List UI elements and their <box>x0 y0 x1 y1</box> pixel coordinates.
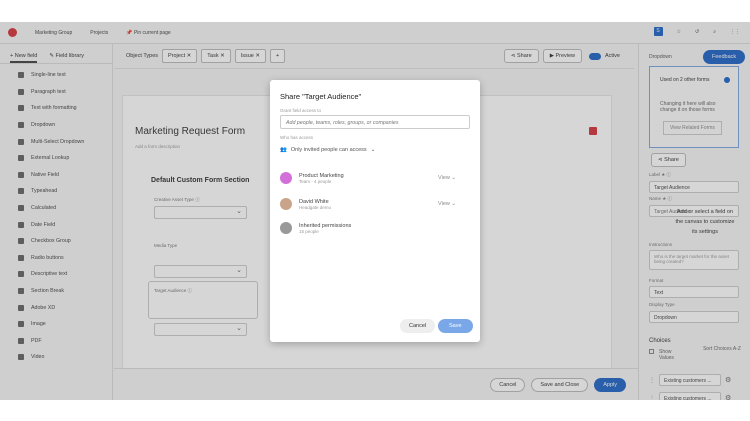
person-sub: 15 people <box>299 228 319 234</box>
person-sub: Headgate demo <box>299 204 332 210</box>
team-avatar <box>280 172 292 184</box>
access-row: Product Marketing Team - 4 people View ⌄ <box>280 172 470 184</box>
person-sub: Team - 4 people <box>299 178 332 184</box>
app: Marketing Group Projects 📌 Pin current p… <box>0 22 750 400</box>
grant-access-label: Grant field access to <box>280 108 322 113</box>
who-has-access-label: Who has access <box>280 135 314 140</box>
person-name: David White <box>299 198 329 205</box>
permission-dropdown[interactable]: View ⌄ <box>438 201 456 207</box>
person-name: Product Marketing <box>299 172 344 179</box>
layers-icon <box>280 222 292 234</box>
dialog-cancel-button[interactable]: Cancel <box>400 319 436 333</box>
permission-value: View <box>438 201 450 207</box>
permission-value: View <box>438 175 450 181</box>
share-dialog: Share "Target Audience" Grant field acce… <box>270 80 480 342</box>
access-row[interactable]: Inherited permissions 15 people <box>280 222 470 234</box>
people-icon: 👥 <box>280 147 287 153</box>
dialog-save-button[interactable]: Save <box>438 319 473 333</box>
user-avatar <box>280 198 292 210</box>
share-search-input[interactable]: Add people, teams, roles, groups, or com… <box>280 115 470 129</box>
permission-dropdown[interactable]: View ⌄ <box>438 175 456 181</box>
dialog-title: Share "Target Audience" <box>280 92 362 101</box>
access-row: David White Headgate demo View ⌄ <box>280 198 470 210</box>
access-level-dropdown[interactable]: 👥 Only invited people can access ⌄ <box>280 147 375 153</box>
person-name: Inherited permissions <box>299 222 352 229</box>
chevron-down-icon: ⌄ <box>370 147 376 153</box>
access-level-value: Only invited people can access <box>290 147 367 153</box>
